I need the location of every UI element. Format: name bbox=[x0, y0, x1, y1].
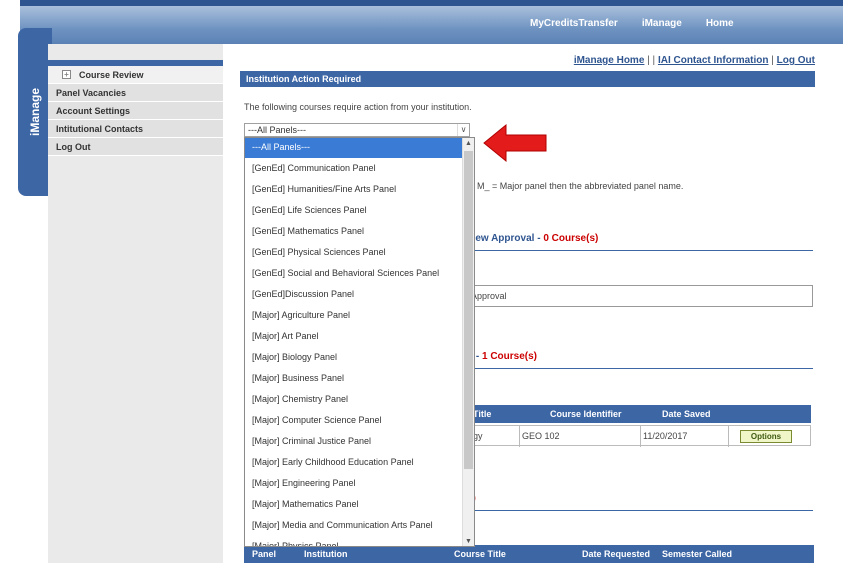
top-nav: MyCreditsTransfer iManage Home bbox=[518, 18, 746, 29]
col-header-panel: Panel bbox=[252, 549, 277, 559]
dropdown-option[interactable]: ---All Panels--- bbox=[245, 138, 464, 158]
col-header-title: Title bbox=[473, 409, 492, 419]
nav-home[interactable]: Home bbox=[694, 18, 746, 29]
col-header-course-identifier: Course Identifier bbox=[550, 409, 622, 419]
requested-courses-table-header: Panel Institution Course Title Date Requ… bbox=[244, 545, 814, 563]
col-header-semester-called: Semester Called bbox=[662, 549, 733, 559]
review-approval-heading: view Approval - 0 Course(s) bbox=[467, 233, 598, 244]
scrollbar-thumb[interactable] bbox=[464, 151, 473, 469]
panel-legend-text: el, M_ = Major panel then the abbreviate… bbox=[465, 181, 684, 191]
dropdown-option[interactable]: [Major] Business Panel bbox=[245, 368, 464, 389]
dropdown-option[interactable]: [GenEd] Physical Sciences Panel bbox=[245, 242, 464, 263]
col-header-date-requested: Date Requested bbox=[582, 549, 651, 559]
sidebar-item-course-review[interactable]: + Course Review bbox=[48, 66, 223, 84]
second-section-count: 1 Course(s) bbox=[482, 351, 538, 362]
dropdown-option[interactable]: [Major] Art Panel bbox=[245, 326, 464, 347]
section-divider bbox=[463, 368, 813, 369]
dropdown-option[interactable]: [GenEd]Discussion Panel bbox=[245, 284, 464, 305]
dropdown-scrollbar[interactable]: ▲ ▼ bbox=[462, 138, 474, 546]
dropdown-option[interactable]: [Major] Early Childhood Education Panel bbox=[245, 452, 464, 473]
sidebar-item-institutional-contacts[interactable]: Intitutional Contacts bbox=[48, 120, 223, 138]
row-course-identifier: GEO 102 bbox=[522, 431, 560, 441]
section-divider bbox=[463, 250, 813, 251]
log-out-link[interactable]: Log Out bbox=[777, 55, 815, 66]
panel-dropdown-list[interactable]: ---All Panels--- [GenEd] Communication Pa… bbox=[244, 137, 475, 547]
red-arrow-icon bbox=[483, 123, 547, 163]
plus-box-icon: + bbox=[62, 70, 71, 79]
panel-filter-select[interactable]: ---All Panels--- ∨ bbox=[244, 123, 470, 137]
col-header-institution: Institution bbox=[304, 549, 348, 559]
approval-box: l Approval bbox=[463, 285, 813, 307]
imanage-side-tab-label: iManage bbox=[28, 87, 42, 137]
saved-courses-table-header: Title Course Identifier Date Saved bbox=[463, 405, 811, 423]
review-approval-count: 0 Course(s) bbox=[543, 233, 599, 244]
row-date-saved: 11/20/2017 bbox=[643, 431, 688, 441]
sidebar: + Course Review Panel Vacancies Account … bbox=[48, 60, 223, 156]
review-approval-label: view Approval - bbox=[467, 233, 544, 244]
link-separator: | bbox=[771, 55, 774, 66]
dropdown-option[interactable]: [GenEd] Humanities/Fine Arts Panel bbox=[245, 179, 464, 200]
iai-contact-link[interactable]: IAI Contact Information bbox=[658, 55, 769, 66]
sidebar-item-panel-vacancies[interactable]: Panel Vacancies bbox=[48, 84, 223, 102]
dropdown-option[interactable]: [Major] Chemistry Panel bbox=[245, 389, 464, 410]
cell-divider bbox=[640, 426, 641, 447]
dropdown-option[interactable]: [Major] Physics Panel bbox=[245, 536, 464, 546]
dropdown-option[interactable]: [Major] Biology Panel bbox=[245, 347, 464, 368]
scroll-up-icon[interactable]: ▲ bbox=[463, 138, 474, 150]
cell-divider bbox=[728, 426, 729, 447]
section-divider bbox=[463, 510, 813, 511]
scroll-down-icon[interactable]: ▼ bbox=[463, 536, 474, 546]
dropdown-option[interactable]: [GenEd] Life Sciences Panel bbox=[245, 200, 464, 221]
intro-text: The following courses require action fro… bbox=[244, 102, 472, 112]
dropdown-option[interactable]: [Major] Engineering Panel bbox=[245, 473, 464, 494]
col-header-date-saved: Date Saved bbox=[662, 409, 711, 419]
panel-filter-value: ---All Panels--- bbox=[248, 125, 307, 135]
dropdown-option[interactable]: [GenEd] Communication Panel bbox=[245, 158, 464, 179]
chevron-down-icon[interactable]: ∨ bbox=[457, 124, 469, 136]
dropdown-option[interactable]: [Major] Mathematics Panel bbox=[245, 494, 464, 515]
imanage-home-link[interactable]: iManage Home bbox=[574, 55, 645, 66]
sidebar-item-log-out[interactable]: Log Out bbox=[48, 138, 223, 156]
cell-divider bbox=[519, 426, 520, 447]
imanage-side-tab[interactable]: iManage bbox=[18, 28, 52, 196]
options-button[interactable]: Options bbox=[740, 430, 792, 443]
nav-mycreditstransfer[interactable]: MyCreditsTransfer bbox=[518, 18, 630, 29]
dropdown-option[interactable]: [GenEd] Mathematics Panel bbox=[245, 221, 464, 242]
top-links: iManage Home | | IAI Contact Information… bbox=[574, 55, 815, 66]
dropdown-option[interactable]: [Major] Agriculture Panel bbox=[245, 305, 464, 326]
col-header-course-title: Course Title bbox=[454, 549, 506, 559]
dropdown-option[interactable]: [Major] Criminal Justice Panel bbox=[245, 431, 464, 452]
dropdown-option[interactable]: [GenEd] Social and Behavioral Sciences P… bbox=[245, 263, 464, 284]
nav-imanage[interactable]: iManage bbox=[630, 18, 694, 29]
sidebar-item-label: Course Review bbox=[79, 69, 144, 80]
second-section-heading: n - 1 Course(s) bbox=[467, 351, 537, 362]
sidebar-item-account-settings[interactable]: Account Settings bbox=[48, 102, 223, 120]
section-title: Institution Action Required bbox=[240, 71, 815, 87]
top-navigation-bar: MyCreditsTransfer iManage Home bbox=[20, 0, 843, 44]
dropdown-option[interactable]: [Major] Computer Science Panel bbox=[245, 410, 464, 431]
dropdown-option[interactable]: [Major] Media and Communication Arts Pan… bbox=[245, 515, 464, 536]
link-separator: | | bbox=[647, 55, 656, 66]
